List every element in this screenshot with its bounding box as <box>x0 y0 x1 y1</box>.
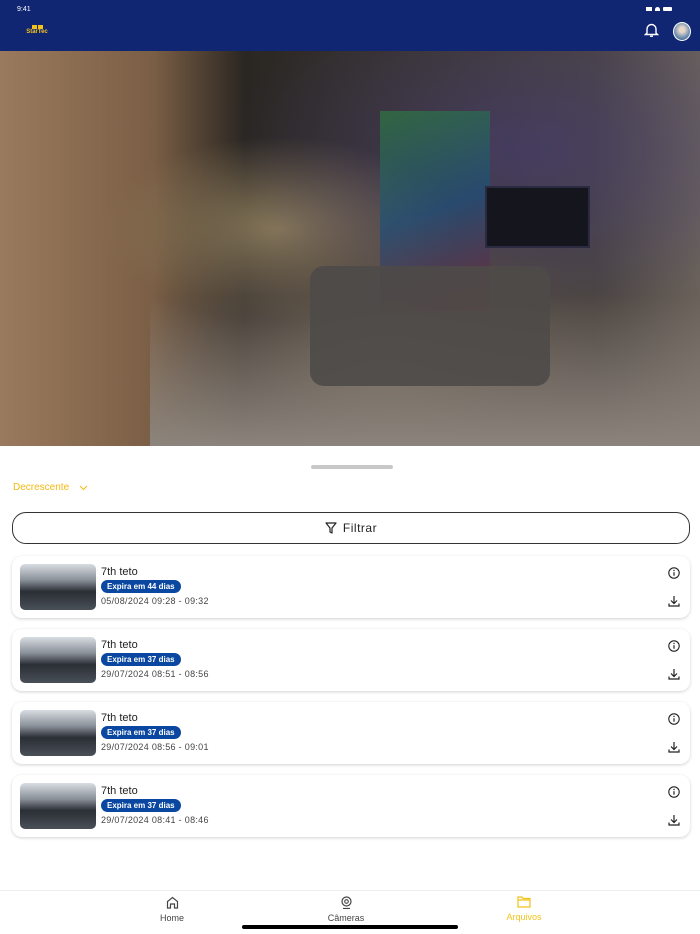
sort-dropdown[interactable]: Decrescente <box>13 482 88 493</box>
status-time: 9:41 <box>17 6 31 13</box>
wifi-icon <box>655 7 660 11</box>
expiry-badge: Expira em 37 dias <box>101 726 181 739</box>
download-icon[interactable] <box>668 667 680 685</box>
folder-icon <box>517 896 531 908</box>
download-icon[interactable] <box>668 813 680 831</box>
chevron-down-icon <box>79 485 88 490</box>
recording-title: 7th teto <box>101 785 138 797</box>
recording-thumbnail[interactable] <box>20 564 96 610</box>
recording-card[interactable]: 7th teto Expira em 37 dias 29/07/2024 08… <box>12 629 690 691</box>
info-icon[interactable] <box>668 566 680 584</box>
expiry-badge: Expira em 44 dias <box>101 580 181 593</box>
sort-label: Decrescente <box>13 482 70 493</box>
recording-time: 29/07/2024 08:41 - 08:46 <box>101 815 209 825</box>
recording-thumbnail[interactable] <box>20 637 96 683</box>
tab-files[interactable]: Arquivos <box>484 896 564 922</box>
recording-time: 05/08/2024 09:28 - 09:32 <box>101 596 209 606</box>
recording-title: 7th teto <box>101 712 138 724</box>
filter-button[interactable]: Filtrar <box>12 512 690 544</box>
recording-card[interactable]: 7th teto Expira em 44 dias 05/08/2024 09… <box>12 556 690 618</box>
battery-icon <box>663 7 672 11</box>
recording-time: 29/07/2024 08:51 - 08:56 <box>101 669 209 679</box>
status-icons <box>646 7 672 11</box>
expiry-badge: Expira em 37 dias <box>101 799 181 812</box>
filter-icon <box>325 522 337 534</box>
recording-thumbnail[interactable] <box>20 783 96 829</box>
info-icon[interactable] <box>668 785 680 803</box>
tab-home[interactable]: Home <box>132 896 212 923</box>
app-header: 9:41 StarTec <box>0 0 700 51</box>
info-icon[interactable] <box>668 639 680 657</box>
tab-label: Câmeras <box>327 913 365 923</box>
camera-preview-image <box>0 51 700 446</box>
expiry-badge: Expira em 37 dias <box>101 653 181 666</box>
recording-card[interactable]: 7th teto Expira em 37 dias 29/07/2024 08… <box>12 775 690 837</box>
filter-label: Filtrar <box>342 521 378 535</box>
tab-label: Arquivos <box>506 912 542 922</box>
startec-logo[interactable]: StarTec <box>26 25 48 39</box>
info-icon[interactable] <box>668 712 680 730</box>
bell-icon[interactable] <box>643 22 660 43</box>
recording-card[interactable]: 7th teto Expira em 37 dias 29/07/2024 08… <box>12 702 690 764</box>
recording-title: 7th teto <box>101 566 138 578</box>
recording-time: 29/07/2024 08:56 - 09:01 <box>101 742 209 752</box>
home-indicator <box>242 925 458 929</box>
tab-label: Home <box>159 913 184 923</box>
tab-cameras[interactable]: Câmeras <box>306 896 386 923</box>
download-icon[interactable] <box>668 740 680 758</box>
avatar[interactable] <box>673 22 691 41</box>
webcam-icon <box>340 896 352 909</box>
recording-title: 7th teto <box>101 639 138 651</box>
sheet-drag-handle[interactable] <box>311 465 393 469</box>
signal-icon <box>646 7 652 11</box>
home-icon <box>166 896 178 909</box>
download-icon[interactable] <box>668 594 680 612</box>
recording-thumbnail[interactable] <box>20 710 96 756</box>
